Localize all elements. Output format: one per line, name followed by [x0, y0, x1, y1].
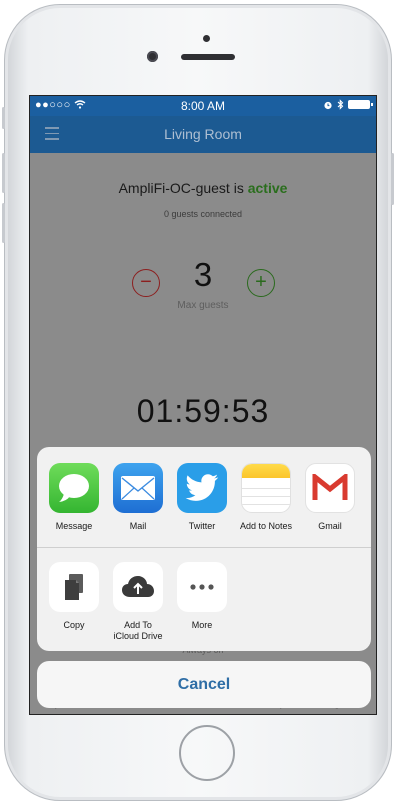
- action-add-to-icloud-drive[interactable]: Add To iCloud Drive: [106, 562, 170, 642]
- share-gmail[interactable]: Gmail: [298, 463, 362, 532]
- navigation-bar: Living Room: [30, 116, 376, 153]
- earpiece-speaker: [181, 54, 235, 60]
- max-guests-count: 3: [193, 256, 213, 293]
- guests-connected: 0 guests connected: [163, 209, 243, 219]
- action-more[interactable]: More: [170, 562, 234, 631]
- cancel-button[interactable]: Cancel: [37, 661, 371, 708]
- share-gmail-label: Gmail: [318, 521, 342, 531]
- ssid-status: active: [247, 180, 288, 196]
- share-sheet: Message Mail Twitter Add to Notes Gmail …: [37, 447, 371, 651]
- phone-screen: ●●○○○ 8:00 AM Living Room AmpliFi-OC-gue…: [29, 95, 377, 715]
- more-icon: [177, 562, 227, 612]
- front-camera: [147, 51, 158, 62]
- share-actions-row: Copy Add To iCloud Drive More: [37, 548, 371, 648]
- share-mail[interactable]: Mail: [106, 463, 170, 532]
- guest-network-status: AmpliFi-OC-guest is active: [30, 180, 376, 196]
- battery-icon: [348, 100, 373, 109]
- action-copy[interactable]: Copy: [42, 562, 106, 631]
- action-more-label: More: [191, 620, 213, 630]
- message-icon: [49, 463, 99, 513]
- volume-up-button: [2, 153, 5, 193]
- ssid-text: AmpliFi-OC-guest is: [118, 180, 248, 196]
- increase-guests-button[interactable]: +: [247, 269, 275, 297]
- proximity-sensor: [203, 35, 210, 42]
- twitter-icon: [177, 463, 227, 513]
- bluetooth-icon: [337, 99, 344, 110]
- share-message-label: Message: [55, 521, 93, 531]
- action-copy-label: Copy: [63, 620, 85, 630]
- nav-title: Living Room: [164, 126, 242, 142]
- gmail-icon: [305, 463, 355, 513]
- notes-icon: [241, 463, 291, 513]
- status-bar: ●●○○○ 8:00 AM: [30, 96, 376, 116]
- share-twitter-label: Twitter: [188, 521, 216, 531]
- home-button[interactable]: [179, 725, 235, 781]
- guest-timer: 01:59:53: [136, 393, 270, 429]
- share-message[interactable]: Message: [42, 463, 106, 532]
- icloud-drive-icon: [113, 562, 163, 612]
- share-twitter[interactable]: Twitter: [170, 463, 234, 532]
- max-guests-label: Max guests: [177, 300, 229, 311]
- volume-down-button: [2, 203, 5, 243]
- share-notes-label: Add to Notes: [239, 521, 293, 531]
- power-button: [391, 153, 394, 205]
- share-add-to-notes[interactable]: Add to Notes: [234, 463, 298, 532]
- mute-switch: [2, 107, 5, 129]
- alarm-icon: [324, 101, 332, 109]
- copy-icon: [49, 562, 99, 612]
- status-right: [323, 99, 373, 110]
- mail-icon: [113, 463, 163, 513]
- share-mail-label: Mail: [129, 521, 147, 531]
- share-apps-row: Message Mail Twitter Add to Notes Gmail: [37, 447, 371, 547]
- action-icloud-label: Add To iCloud Drive: [113, 620, 163, 641]
